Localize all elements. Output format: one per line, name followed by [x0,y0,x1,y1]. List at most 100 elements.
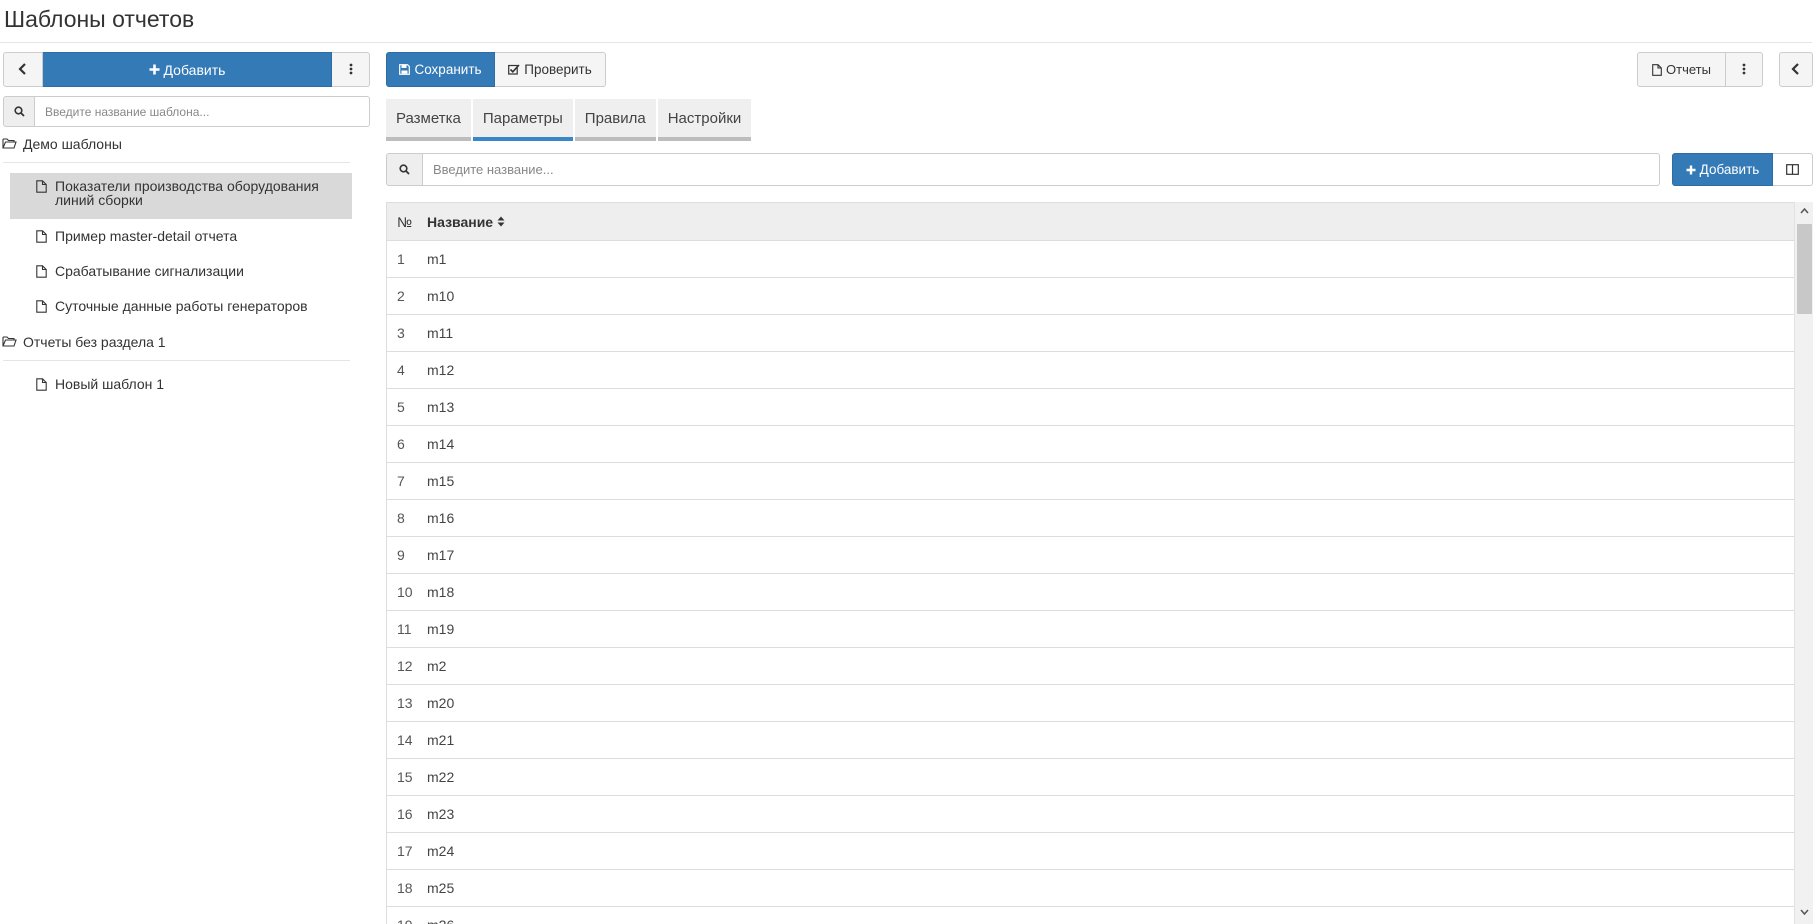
table-row[interactable]: 14 m21 [387,722,1795,759]
floppy-disk-icon [399,64,411,75]
row-name: m21 [427,732,455,748]
tree-group-label: Демо шаблоны [23,136,122,152]
row-number: 10 [397,584,413,600]
row-number: 9 [397,547,405,563]
sidebar-back-button[interactable] [3,52,43,87]
add-parameter-button[interactable]: Добавить [1672,153,1773,186]
editor-toolbar: Сохранить Проверить [386,52,606,87]
columns-toggle-button[interactable] [1773,153,1813,186]
row-name: m14 [427,436,455,452]
parameter-search-input[interactable] [423,153,1660,186]
row-name: m13 [427,399,455,415]
table-body: 1 m1 2 m10 3 m11 4 m12 5 m13 6 m14 7 m15 8 m16 9 m17 10 m18… [387,241,1813,924]
tab-rules[interactable]: Правила [574,99,656,141]
row-number: 8 [397,510,405,526]
row-name: m22 [427,769,455,785]
scroll-up-arrow-icon[interactable] [1795,202,1814,220]
table-row[interactable]: 16 m23 [387,796,1795,833]
row-name: m15 [427,473,455,489]
add-template-button[interactable]: Добавить [42,52,333,87]
title-divider [0,42,1812,43]
template-search-input[interactable] [35,96,370,127]
tab-parameters[interactable]: Параметры [472,99,573,141]
table-row[interactable]: 6 m14 [387,426,1795,463]
row-number: 1 [397,251,405,267]
row-number: 19 [387,917,427,924]
table-row[interactable]: 4 m12 [387,352,1795,389]
table-scrollbar[interactable] [1794,202,1813,924]
row-name: m26 [427,917,454,924]
row-name: m24 [427,843,455,859]
table-row[interactable]: 18 m25 [387,870,1795,907]
tree-group-demo[interactable]: Демо шаблоны [0,132,352,156]
reports-button[interactable]: Отчеты [1637,52,1726,87]
parameter-search [386,153,1660,186]
save-button[interactable]: Сохранить [386,52,495,87]
row-name: m17 [427,547,455,563]
more-vertical-icon [349,62,353,78]
row-number: 18 [397,880,413,896]
row-number: 11 [397,621,412,637]
sidebar-menu-button[interactable] [332,52,370,87]
table-row[interactable]: 15 m22 [387,759,1795,796]
tab-markup[interactable]: Разметка [386,99,471,141]
template-tree: Демо шаблоны Показатели производства обо… [0,132,352,406]
checkbox-icon [508,64,520,75]
scroll-thumb[interactable] [1797,224,1812,314]
more-vertical-icon [1742,62,1746,78]
chevron-left-icon [18,62,28,78]
tree-item-template[interactable]: Пример master-detail отчета [10,223,352,258]
table-row[interactable]: 10 m18 [387,574,1795,611]
row-number: 12 [397,658,413,674]
plus-icon [1686,165,1696,175]
check-button[interactable]: Проверить [495,52,606,87]
reports-menu-button[interactable] [1726,52,1763,87]
column-header-name[interactable]: Название [427,214,505,230]
table-row[interactable]: 17 m24 [387,833,1795,870]
add-template-label: Добавить [163,61,226,78]
folder-open-icon [2,334,17,350]
table-row[interactable]: 8 m16 [387,500,1795,537]
tree-group-label: Отчеты без раздела 1 [23,334,166,350]
row-name: m23 [427,806,455,822]
table-row[interactable]: 7 m15 [387,463,1795,500]
table-row[interactable]: 9 m17 [387,537,1795,574]
tree-item-label: Срабатывание сигнализации [55,263,244,279]
file-icon [1652,63,1662,76]
table-row[interactable]: 12 m2 [387,648,1795,685]
row-number: 5 [397,399,405,415]
parameters-table: № Название 1 m1 2 m10 3 m11 4 m12 5 m13 6 m14 7 m15 8 m… [386,202,1813,924]
table-row[interactable]: 13 m20 [387,685,1795,722]
row-name: m11 [427,325,454,341]
check-label: Проверить [524,62,592,77]
file-icon [36,300,47,315]
table-row[interactable]: 11 m19 [387,611,1795,648]
tree-item-template[interactable]: Срабатывание сигнализации [10,258,352,293]
table-row[interactable]: 1 m1 [387,241,1795,278]
row-name: m1 [427,251,447,267]
column-header-name-label: Название [427,213,494,230]
tab-settings[interactable]: Настройки [657,99,752,141]
tree-item-template[interactable]: Показатели производства оборудования лин… [10,173,352,219]
row-name: m18 [427,584,455,600]
row-name: m12 [427,362,455,378]
scroll-down-arrow-icon[interactable] [1795,903,1814,921]
table-row[interactable]: 19m26 [387,907,1795,924]
row-name: m10 [427,288,455,304]
row-number: 14 [397,732,413,748]
table-row[interactable]: 2 m10 [387,278,1795,315]
tree-item-template[interactable]: Суточные данные работы генераторов [10,293,352,328]
plus-icon [149,64,160,75]
table-row[interactable]: 5 m13 [387,389,1795,426]
row-name: m19 [427,621,455,637]
sidebar-toolbar: Добавить [3,52,370,87]
collapse-panel-button[interactable] [1779,52,1813,87]
row-name: m16 [427,510,455,526]
row-name: m25 [427,880,455,896]
tree-divider [3,360,350,361]
tree-group-unsectioned[interactable]: Отчеты без раздела 1 [0,330,352,354]
tree-item-label: Показатели производства оборудования лин… [55,178,319,208]
table-row[interactable]: 3 m11 [387,315,1795,352]
tree-item-template[interactable]: Новый шаблон 1 [10,371,352,406]
column-header-number: № [397,213,413,230]
